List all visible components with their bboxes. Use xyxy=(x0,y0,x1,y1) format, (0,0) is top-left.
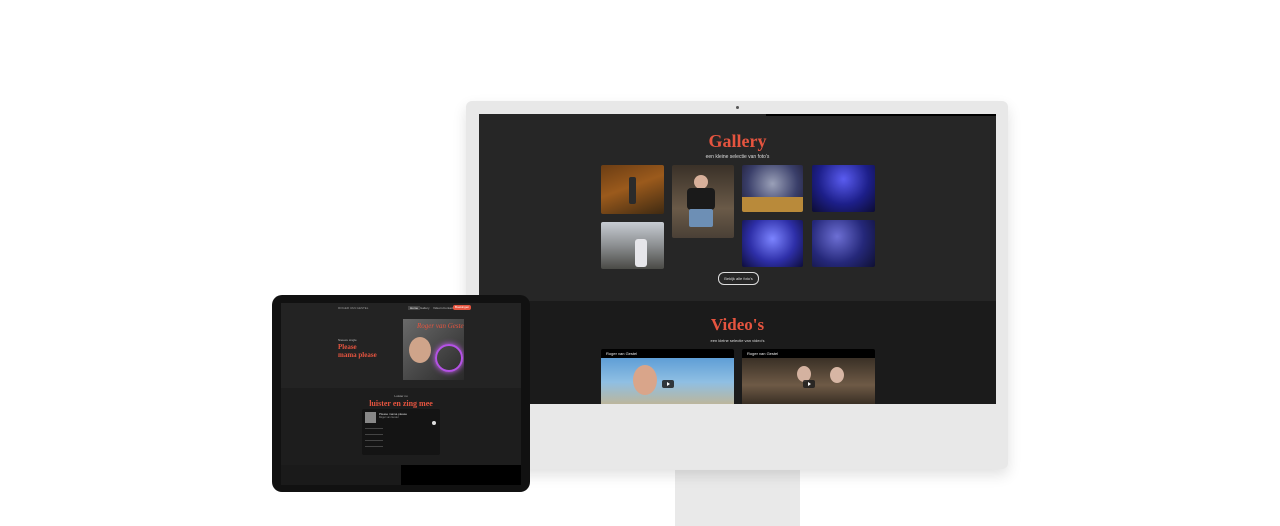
video-2-title: Roger van Gestel xyxy=(747,351,779,356)
videos-subtitle: een kleine selectie van video's xyxy=(710,338,765,343)
hero-title-line1: Please xyxy=(338,343,357,351)
tablet-navbar: ROGER VAN GESTEL Home Gallery Video's Co… xyxy=(281,303,521,312)
video-card-2[interactable]: Roger van Gestel xyxy=(742,349,875,404)
nav-videos[interactable]: Video's xyxy=(433,306,443,310)
videos-title: Video's xyxy=(710,315,765,334)
camera-dot xyxy=(736,106,739,109)
gallery-subtitle: een kleine selectie van foto's xyxy=(705,154,770,160)
brand-logo[interactable]: ROGER VAN GESTEL xyxy=(338,306,368,310)
play-icon[interactable] xyxy=(432,421,436,425)
gallery-title: Gallery xyxy=(708,131,767,151)
gallery-photo-concert-blue[interactable] xyxy=(812,165,875,212)
video-1-title: Roger van Gestel xyxy=(606,351,638,356)
audio-player[interactable]: Please mama please Roger van Gestel xyxy=(362,409,440,455)
track-thumbnail xyxy=(365,412,376,423)
top-bar xyxy=(766,114,996,116)
play-icon[interactable] xyxy=(803,380,815,388)
video-card-1[interactable]: Roger van Gestel xyxy=(601,349,734,404)
hero-kicker: Nieuwe single xyxy=(338,338,357,342)
listen-title: luister en zing mee xyxy=(369,399,433,408)
gallery-photo-stairs[interactable] xyxy=(672,165,734,238)
gallery-photo-crowd[interactable] xyxy=(812,220,875,267)
listen-kicker: Luister nu xyxy=(394,394,408,398)
gallery-photo-forest[interactable] xyxy=(601,165,664,214)
tablet-footer-left xyxy=(281,465,401,485)
videos-section: Video's een kleine selectie van video's … xyxy=(479,301,996,404)
listen-section: Luister nu luister en zing mee Please ma… xyxy=(281,388,521,468)
nav-contact[interactable]: Contact xyxy=(443,306,453,310)
nav-home[interactable]: Home xyxy=(408,306,421,310)
imac-stand xyxy=(675,470,800,526)
tablet-footer-right xyxy=(401,465,521,485)
nav-bookings-button[interactable]: Boekingen xyxy=(453,305,472,310)
hero-title: Please mama please xyxy=(338,343,377,359)
cover-script-text: Roger van Gestel xyxy=(417,322,464,330)
gallery-photo-street[interactable] xyxy=(601,222,664,269)
gallery-photo-stage[interactable] xyxy=(742,165,803,212)
hero-title-line2: mama please xyxy=(338,351,377,359)
play-icon[interactable] xyxy=(662,380,674,388)
tablet-website-screen: ROGER VAN GESTEL Home Gallery Video's Co… xyxy=(281,303,521,485)
gallery-photo-stage-lights[interactable] xyxy=(742,220,803,267)
track-artist: Roger van Gestel xyxy=(379,416,399,419)
view-all-photos-button[interactable]: Bekijk alle foto's xyxy=(718,272,759,285)
nav-gallery[interactable]: Gallery xyxy=(420,306,430,310)
desktop-website-screen: Gallery een kleine selectie van foto's B… xyxy=(479,114,996,404)
single-cover-image[interactable]: Roger van Gestel xyxy=(403,319,464,380)
